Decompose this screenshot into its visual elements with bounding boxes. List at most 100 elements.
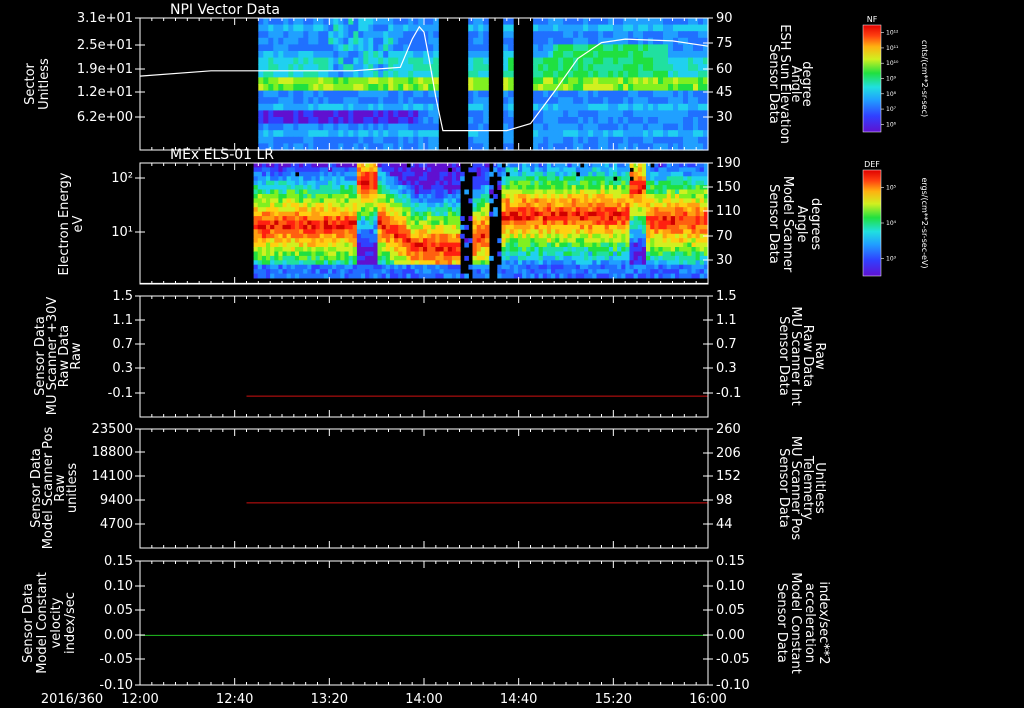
colorbar-title: NF (867, 15, 878, 24)
heatmap-cell (629, 216, 635, 221)
heatmap-cell (361, 247, 366, 252)
heatmap-cell (489, 185, 494, 190)
heatmap-cell (563, 269, 568, 275)
heatmap-cell (263, 77, 269, 85)
heatmap-cell (658, 51, 664, 59)
heatmap-cell (670, 251, 676, 257)
heatmap-cell (604, 269, 610, 275)
heatmap-cell (385, 224, 391, 230)
heatmap-cell (629, 194, 635, 199)
heatmap-cell (679, 167, 684, 173)
heatmap-cell (533, 136, 539, 144)
heatmap-cell (344, 264, 350, 270)
heatmap-cell (311, 207, 316, 213)
heatmap-cell (698, 77, 704, 85)
heatmap-cell (633, 233, 639, 239)
heatmap-cell (472, 238, 478, 244)
heatmap-cell (663, 97, 669, 105)
heatmap-cell (522, 264, 527, 270)
heatmap-cell (548, 130, 554, 138)
heatmap-cell (299, 167, 304, 173)
heatmap-cell (600, 211, 606, 217)
heatmap-cell (406, 264, 411, 270)
heatmap-cell (389, 260, 395, 266)
heatmap-cell (596, 233, 602, 239)
heatmap-cell (623, 57, 629, 65)
heatmap-cell (617, 264, 622, 270)
heatmap-cell (548, 77, 554, 85)
heatmap-cell (468, 84, 474, 92)
heatmap-cell (673, 117, 679, 125)
heatmap-cell (629, 202, 635, 208)
heatmap-cell (290, 167, 296, 173)
heatmap-cell (687, 163, 692, 168)
heatmap-cell (608, 216, 614, 221)
heatmap-cell (480, 273, 486, 279)
heatmap-cell (637, 264, 643, 270)
heatmap-cell (270, 211, 275, 217)
heatmap-cell (319, 189, 325, 195)
heatmap-cell (617, 273, 622, 279)
heatmap-cell (641, 198, 647, 204)
heatmap-cell (643, 51, 649, 59)
heatmap-cell (600, 255, 606, 261)
heatmap-cell (410, 238, 416, 244)
heatmap-cell (431, 224, 436, 230)
heatmap-cell (662, 198, 668, 204)
heatmap-cell (650, 242, 655, 248)
heatmap-cell (273, 103, 279, 111)
y-axis-label-right: Angle (794, 206, 809, 243)
heatmap-cell (598, 44, 604, 52)
heatmap-cell (678, 31, 684, 39)
heatmap-cell (423, 123, 429, 131)
heatmap-cell (261, 229, 267, 235)
heatmap-cell (274, 255, 279, 261)
heatmap-cell (381, 255, 387, 261)
heatmap-cell (648, 64, 654, 72)
heatmap-cell (621, 198, 626, 204)
heatmap-cell (398, 269, 403, 275)
heatmap-cell (483, 84, 489, 92)
heatmap-cell (534, 189, 540, 195)
heatmap-cell (513, 238, 519, 244)
heatmap-cell (447, 198, 453, 204)
heatmap-cell (456, 220, 461, 226)
heatmap-cell (670, 180, 676, 186)
heatmap-cell (603, 97, 609, 105)
heatmap-cell (431, 180, 436, 186)
heatmap-cell (613, 97, 619, 105)
heatmap-cell (258, 130, 264, 138)
heatmap-cell (673, 57, 679, 65)
heatmap-cell (654, 207, 659, 213)
heatmap-cell (567, 269, 573, 275)
heatmap-cell (497, 171, 502, 177)
heatmap-cell (456, 251, 461, 257)
heatmap-cell (270, 194, 275, 199)
heatmap-cell (278, 136, 284, 144)
heatmap-cell (604, 189, 610, 195)
y-tick-label-right: 0.7 (716, 337, 737, 352)
heatmap-cell (592, 176, 597, 182)
heatmap-cell (617, 189, 622, 195)
heatmap-cell (683, 255, 688, 261)
heatmap-cell (377, 194, 383, 199)
heatmap-cell (480, 229, 486, 235)
heatmap-cell (553, 64, 559, 72)
heatmap-cell (389, 211, 395, 217)
heatmap-cell (584, 242, 589, 248)
heatmap-cell (699, 189, 705, 195)
heatmap-cell (559, 255, 564, 261)
heatmap-cell (501, 264, 507, 270)
heatmap-cell (369, 269, 374, 275)
heatmap-cell (286, 260, 292, 266)
heatmap-cell (603, 123, 609, 131)
heatmap-cell (274, 194, 279, 199)
heatmap-cell (559, 220, 564, 226)
heatmap-cell (584, 216, 589, 221)
heatmap-cell (283, 136, 289, 144)
heatmap-cell (484, 202, 490, 208)
heatmap-cell (385, 198, 391, 204)
heatmap-cell (377, 180, 383, 186)
heatmap-cell (443, 269, 449, 275)
heatmap-cell (608, 198, 614, 204)
